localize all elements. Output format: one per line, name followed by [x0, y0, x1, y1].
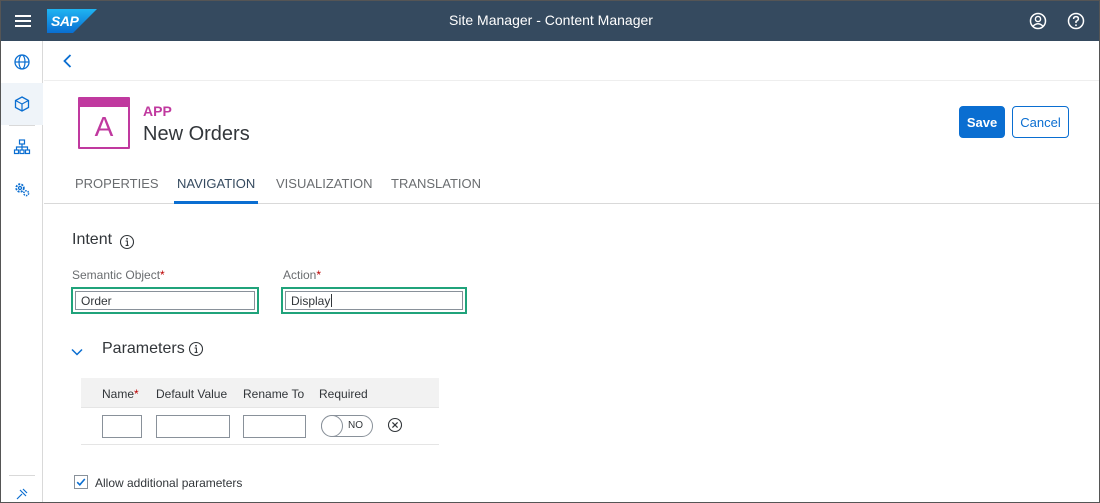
parameter-name-input[interactable] — [102, 415, 142, 438]
navigation-bar — [44, 41, 1099, 81]
column-header-rename-to: Rename To — [243, 387, 305, 401]
shell-bar: SAP Site Manager - Content Manager — [1, 1, 1099, 41]
nav-item-pin[interactable] — [1, 484, 43, 502]
action-label: Action* — [283, 268, 322, 282]
parameters-table: Name* Default Value Rename To Required N… — [81, 378, 439, 445]
app-type-label: APP — [143, 103, 172, 119]
sitemap-icon — [13, 139, 31, 155]
parameter-default-value-input[interactable] — [156, 415, 230, 438]
globe-icon — [14, 54, 30, 70]
user-icon[interactable] — [1028, 11, 1048, 31]
allow-additional-parameters-checkbox[interactable] — [74, 475, 88, 489]
parameter-rename-to-input[interactable] — [243, 415, 306, 438]
chevron-down-icon[interactable] — [68, 343, 86, 361]
cancel-button[interactable]: Cancel — [1012, 106, 1069, 138]
app-window: SAP Site Manager - Content Manager A APP… — [0, 0, 1100, 503]
table-row: NO — [81, 408, 439, 445]
semantic-object-highlight: Order — [71, 287, 259, 314]
tab-translation[interactable]: TRANSLATION — [391, 176, 481, 204]
side-navigation — [1, 41, 43, 502]
tab-visualization[interactable]: VISUALIZATION — [276, 176, 373, 204]
remove-row-icon[interactable] — [387, 417, 403, 433]
help-icon[interactable] — [1066, 11, 1086, 31]
tab-properties[interactable]: PROPERTIES — [75, 176, 159, 204]
toggle-knob — [321, 415, 343, 437]
main-content: A APP New Orders Save Cancel PROPERTIES … — [44, 41, 1099, 502]
parameters-section-title: Parameters — [102, 340, 185, 357]
required-toggle[interactable]: NO — [321, 415, 373, 437]
tab-navigation[interactable]: NAVIGATION — [174, 176, 259, 204]
column-header-name: Name* — [102, 387, 139, 401]
action-input[interactable]: Display — [285, 291, 463, 310]
column-header-required: Required — [319, 387, 368, 401]
app-icon-tile: A — [78, 97, 130, 149]
shell-title: Site Manager - Content Manager — [449, 12, 653, 28]
pin-icon — [16, 488, 28, 500]
tab-bar: PROPERTIES NAVIGATION VISUALIZATION TRAN… — [44, 165, 1099, 204]
text-caret — [331, 294, 333, 307]
intent-section-title: Intent — [72, 231, 113, 248]
nav-item-settings[interactable] — [1, 168, 43, 210]
allow-additional-parameters-label: Allow additional parameters — [95, 476, 243, 490]
nav-separator — [9, 475, 35, 476]
save-button[interactable]: Save — [959, 106, 1005, 138]
required-asterisk: * — [160, 268, 165, 282]
nav-item-providers[interactable] — [1, 126, 43, 168]
nav-item-sites[interactable] — [1, 41, 43, 83]
table-header: Name* Default Value Rename To Required — [81, 378, 439, 408]
page-title: New Orders — [143, 123, 250, 145]
app-tile-letter: A — [94, 111, 114, 142]
action-highlight: Display — [281, 287, 467, 314]
info-icon[interactable] — [188, 341, 204, 357]
cube-icon — [14, 96, 30, 112]
semantic-object-label: Semantic Object* — [72, 268, 165, 282]
chevron-left-icon — [63, 54, 72, 68]
back-button[interactable] — [58, 51, 78, 71]
info-icon[interactable] — [119, 234, 135, 250]
action-input-value: Display — [291, 293, 331, 308]
required-asterisk: * — [316, 268, 322, 282]
settings-icon — [15, 183, 30, 197]
semantic-object-input[interactable]: Order — [75, 291, 255, 310]
toggle-label: NO — [348, 420, 363, 431]
column-header-default-value: Default Value — [156, 387, 228, 401]
nav-item-content-manager[interactable] — [1, 83, 43, 125]
checkmark-icon — [76, 478, 86, 486]
